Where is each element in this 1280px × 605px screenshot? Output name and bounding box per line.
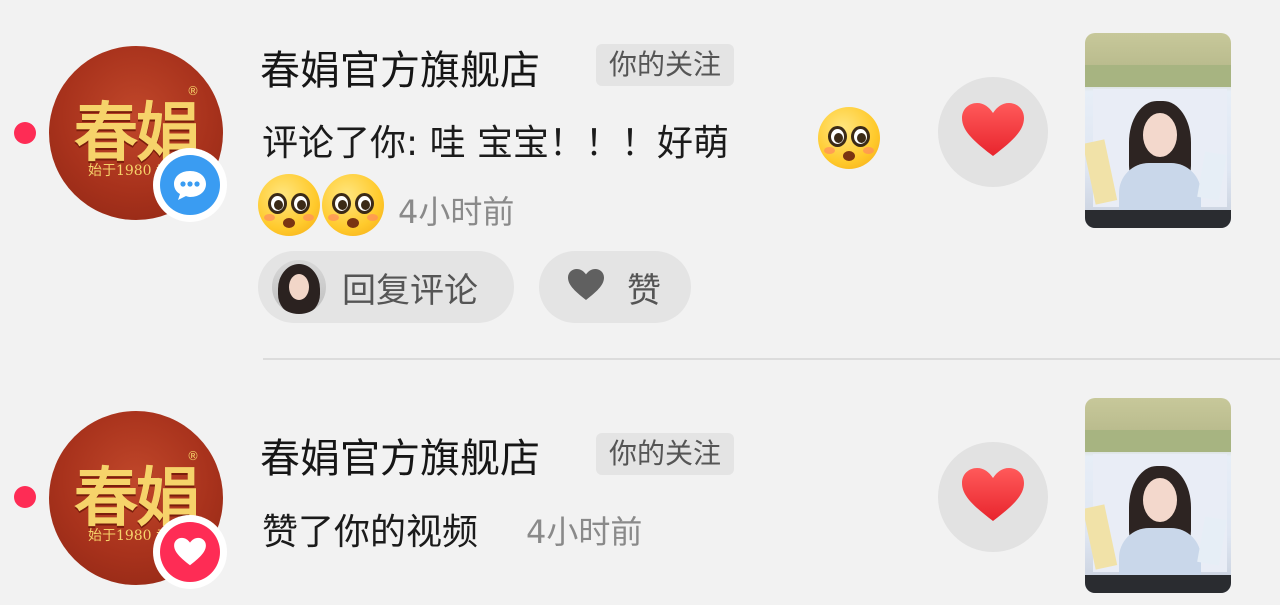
- notification-item[interactable]: 春娟 ® 始于1980 专注 春娟官方旗舰店 你的关注 评论了你: 哇 宝宝！！…: [0, 0, 1280, 358]
- registered-mark: ®: [187, 449, 199, 463]
- reply-label: 回复评论: [342, 270, 478, 311]
- pleading-face-emoji: [322, 174, 384, 236]
- reply-comment-button[interactable]: 回复评论: [258, 251, 514, 323]
- action-text[interactable]: 赞了你的视频: [262, 503, 478, 555]
- unread-dot: [14, 486, 36, 508]
- like-button[interactable]: [938, 77, 1048, 187]
- video-thumbnail[interactable]: [1085, 33, 1231, 228]
- heart-icon: [567, 268, 605, 306]
- sender-name[interactable]: 春娟官方旗舰店: [260, 38, 540, 96]
- chat-bubble-icon: [160, 155, 220, 215]
- timestamp: 4小时前: [526, 513, 643, 551]
- timestamp: 4小时前: [398, 193, 515, 231]
- like-label: 赞: [627, 270, 661, 311]
- comment-text[interactable]: 评论了你: 哇 宝宝！！！好萌: [262, 114, 729, 166]
- pleading-face-emoji: [818, 107, 880, 169]
- heart-icon: [960, 101, 1026, 163]
- heart-icon: [960, 466, 1026, 528]
- unread-dot: [14, 122, 36, 144]
- notification-item[interactable]: 春娟 ® 始于1980 专注 春娟官方旗舰店 你的关注 赞了你的视频 4小时前: [0, 360, 1280, 605]
- pleading-face-emoji: [258, 174, 320, 236]
- like-button[interactable]: [938, 442, 1048, 552]
- like-badge: [153, 515, 227, 589]
- video-thumbnail[interactable]: [1085, 398, 1231, 593]
- comment-badge: [153, 148, 227, 222]
- heart-icon: [160, 522, 220, 582]
- like-comment-button[interactable]: 赞: [539, 251, 691, 323]
- my-avatar: [272, 260, 326, 314]
- follow-tag: 你的关注: [596, 44, 735, 86]
- registered-mark: ®: [187, 84, 199, 98]
- follow-tag: 你的关注: [596, 433, 735, 475]
- sender-name[interactable]: 春娟官方旗舰店: [260, 426, 540, 484]
